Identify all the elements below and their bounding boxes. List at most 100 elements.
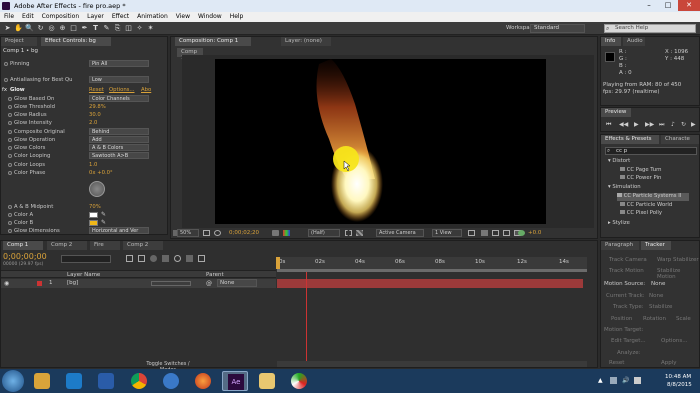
effects-search-input[interactable]: ⌕ cc p <box>605 147 697 155</box>
work-area-bar[interactable] <box>277 269 587 272</box>
transparency-grid-icon[interactable] <box>356 230 363 236</box>
glow-reset-link[interactable]: Reset <box>89 87 104 93</box>
clock-time[interactable]: 10:48 AM <box>665 374 691 380</box>
graph-editor-icon[interactable] <box>198 255 205 262</box>
tab-preview[interactable]: Preview <box>601 108 631 117</box>
clock-date[interactable]: 8/8/2015 <box>667 382 692 388</box>
network-icon[interactable] <box>610 377 617 384</box>
scale-checkbox[interactable]: Scale <box>676 316 691 322</box>
apply-button[interactable]: Apply <box>661 360 677 366</box>
effect-cc-particle-world[interactable]: CC Particle World <box>620 202 672 210</box>
first-frame-icon[interactable]: ⏮ <box>606 121 611 129</box>
region-of-interest-icon[interactable] <box>345 230 352 236</box>
glow-threshold-value[interactable]: 29.8% <box>89 104 106 110</box>
parent-dropdown[interactable]: None <box>217 279 257 287</box>
tab-timeline-fire[interactable]: Fire <box>90 241 120 250</box>
layer-search-input[interactable] <box>61 255 111 263</box>
layer-duration-bar[interactable] <box>277 279 583 288</box>
hide-shy-layers-icon[interactable] <box>150 255 157 262</box>
menu-view[interactable]: View <box>172 12 194 21</box>
glow-options-link[interactable]: Options... <box>109 87 135 93</box>
antialiasing-dropdown[interactable]: Low <box>89 76 149 83</box>
clone-tool-icon[interactable]: ⎘ <box>113 24 122 33</box>
frame-blending-icon[interactable] <box>162 255 169 262</box>
current-track-dropdown[interactable]: None <box>649 293 663 299</box>
puppet-tool-icon[interactable]: ✶ <box>146 24 155 33</box>
timeline-icon[interactable] <box>503 230 510 236</box>
effect-cc-page-turn[interactable]: CC Page Turn <box>620 167 662 175</box>
tab-project[interactable]: Project <box>1 37 37 46</box>
hand-tool-icon[interactable]: ✋ <box>14 24 23 33</box>
tab-paragraph[interactable]: Paragraph <box>601 241 639 250</box>
color-a-swatch[interactable] <box>89 212 98 218</box>
tab-effect-controls[interactable]: Effect Controls: bg <box>41 37 111 46</box>
ram-preview-icon[interactable]: ▶ <box>691 121 696 128</box>
category-distort[interactable]: ▾ Distort <box>608 158 630 166</box>
pinning-dropdown[interactable]: Pin All <box>89 60 149 67</box>
color-loops-value[interactable]: 1.0 <box>89 162 97 168</box>
glow-about-link[interactable]: Abo <box>141 87 151 93</box>
menu-effect[interactable]: Effect <box>108 12 133 21</box>
zoom-tool-icon[interactable]: 🔍 <box>25 24 34 33</box>
timecode-readout[interactable]: 0;00;02;20 <box>229 230 259 236</box>
selection-tool-icon[interactable]: ➤ <box>3 24 12 33</box>
word-icon[interactable] <box>98 373 114 389</box>
tab-timeline-comp2[interactable]: Comp 2 <box>47 241 87 250</box>
color-looping-dropdown[interactable]: Sawtooth A>B <box>89 152 149 159</box>
brush-tool-icon[interactable]: ✎ <box>102 24 111 33</box>
mask-tool-icon[interactable]: □ <box>69 24 78 33</box>
camera-dropdown[interactable]: Active Camera <box>376 229 424 237</box>
color-b-swatch[interactable] <box>89 220 98 226</box>
glow-radius-value[interactable]: 30.0 <box>89 112 101 118</box>
warp-stabilizer-button[interactable]: Warp Stabilizer <box>657 257 699 263</box>
search-help-input[interactable]: ⌕ Search Help <box>604 24 696 33</box>
effect-cc-power-pin[interactable]: CC Power Pin <box>620 175 661 183</box>
brainstorm-icon[interactable] <box>186 255 193 262</box>
loop-icon[interactable]: ↻ <box>681 121 686 128</box>
rotation-checkbox[interactable]: Rotation <box>643 316 666 322</box>
menu-layer[interactable]: Layer <box>83 12 108 21</box>
reset-exposure-icon[interactable] <box>518 230 525 236</box>
grid-icon[interactable] <box>203 230 210 236</box>
zoom-dropdown[interactable]: 50% <box>177 229 199 237</box>
track-motion-button[interactable]: Track Motion <box>609 268 644 274</box>
tab-info[interactable]: Info <box>601 37 621 46</box>
category-stylize[interactable]: ▸ Stylize <box>608 220 630 228</box>
start-button[interactable] <box>2 370 24 392</box>
pen-tool-icon[interactable]: ✒ <box>80 24 89 33</box>
fast-previews-icon[interactable] <box>481 230 488 236</box>
track-camera-button[interactable]: Track Camera <box>609 257 647 263</box>
glow-operation-dropdown[interactable]: Add <box>89 136 149 143</box>
glow-intensity-value[interactable]: 2.0 <box>89 120 97 126</box>
explorer-icon[interactable] <box>34 373 50 389</box>
tab-effects-presets[interactable]: Effects & Presets <box>601 135 659 144</box>
chrome-icon[interactable] <box>131 373 147 389</box>
draft-3d-icon[interactable] <box>138 255 145 262</box>
snapshot-icon[interactable] <box>272 230 279 236</box>
close-button[interactable]: ✕ <box>678 0 700 11</box>
audio-icon[interactable]: ♪ <box>671 121 675 128</box>
effect-cc-pixel-polly[interactable]: CC Pixel Polly <box>620 210 662 218</box>
parent-pickwhip-icon[interactable]: @ <box>206 280 212 287</box>
workspace-dropdown[interactable]: Standard <box>530 24 585 33</box>
edit-target-button[interactable]: Edit Target... <box>611 338 646 344</box>
menu-help[interactable]: Help <box>226 12 248 21</box>
color-phase-value[interactable]: 0x +0.0° <box>89 170 113 176</box>
comp-mini-flowchart-icon[interactable] <box>126 255 133 262</box>
motion-blur-icon[interactable] <box>174 255 181 262</box>
show-channel-icon[interactable] <box>283 230 290 236</box>
menu-composition[interactable]: Composition <box>38 12 83 21</box>
show-hidden-icons-icon[interactable]: ▲ <box>598 377 603 384</box>
roto-tool-icon[interactable]: ✧ <box>135 24 144 33</box>
motion-source-dropdown[interactable]: None <box>651 281 665 287</box>
timeline-timecode[interactable]: 0;00;00;00 <box>3 252 47 261</box>
category-simulation[interactable]: ▾ Simulation <box>608 184 641 192</box>
menu-animation[interactable]: Animation <box>133 12 172 21</box>
previous-frame-icon[interactable]: ◀◀ <box>619 121 628 128</box>
menu-file[interactable]: File <box>0 12 18 21</box>
position-checkbox[interactable]: Position <box>611 316 632 322</box>
toggle-switches-modes-button[interactable]: Toggle Switches / Modes <box>138 361 198 373</box>
maximize-button[interactable]: □ <box>659 0 677 11</box>
glow-colors-dropdown[interactable]: A & B Colors <box>89 144 149 151</box>
pan-behind-tool-icon[interactable]: ⊕ <box>58 24 67 33</box>
